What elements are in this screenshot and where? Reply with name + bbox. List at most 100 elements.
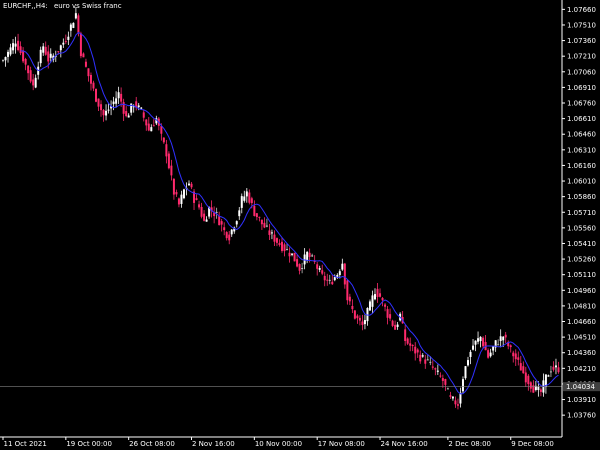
candle-body bbox=[203, 213, 206, 221]
candle-body bbox=[464, 366, 467, 379]
candle-body bbox=[504, 334, 507, 338]
candle-body bbox=[125, 111, 128, 117]
candle-body bbox=[225, 232, 228, 239]
candle-body bbox=[451, 396, 454, 399]
candle-body bbox=[479, 336, 482, 342]
candle-body bbox=[381, 297, 384, 301]
candle-body bbox=[117, 92, 120, 99]
candle-body bbox=[416, 349, 419, 353]
candle-body bbox=[245, 191, 248, 197]
symbol-timeframe: EURCHF,,H4: bbox=[3, 2, 48, 10]
x-tick-label: 11 Oct 2021 bbox=[4, 440, 47, 448]
candle-body bbox=[238, 210, 241, 217]
candle-body bbox=[34, 77, 37, 88]
y-tick-label: 1.07660 bbox=[567, 6, 596, 14]
candle-body bbox=[424, 359, 427, 364]
candle-body bbox=[29, 70, 32, 82]
candle-body bbox=[32, 79, 35, 86]
candle-body bbox=[190, 183, 193, 188]
candle-body bbox=[301, 267, 304, 269]
y-tick-label: 1.06610 bbox=[567, 115, 596, 123]
candle-body bbox=[223, 227, 226, 231]
candle-body bbox=[283, 244, 286, 252]
y-tick-label: 1.04660 bbox=[567, 318, 596, 326]
candle-body bbox=[273, 234, 276, 242]
candle-body bbox=[145, 119, 148, 126]
y-tick-label: 1.05710 bbox=[567, 209, 596, 217]
candle-body bbox=[308, 252, 311, 257]
candle-body bbox=[140, 107, 143, 109]
candle-body bbox=[147, 123, 150, 131]
candle-body bbox=[296, 259, 299, 267]
candle-body bbox=[281, 241, 283, 251]
candle-body bbox=[552, 366, 555, 370]
candle-body bbox=[152, 125, 155, 127]
candle-body bbox=[72, 22, 75, 28]
candle-body bbox=[487, 350, 490, 358]
candle-body bbox=[311, 255, 314, 257]
candle-body bbox=[411, 344, 414, 346]
candle-body bbox=[291, 253, 294, 255]
chart-background bbox=[0, 0, 600, 450]
y-tick-label: 1.07510 bbox=[567, 21, 596, 29]
candle-body bbox=[57, 51, 60, 53]
candle-body bbox=[371, 295, 374, 307]
candle-body bbox=[368, 301, 371, 311]
candle-body bbox=[112, 101, 115, 105]
candle-body bbox=[243, 196, 246, 201]
candle-body bbox=[9, 47, 12, 55]
candle-body bbox=[346, 280, 349, 301]
candle-body bbox=[47, 51, 50, 62]
candle-body bbox=[351, 305, 354, 310]
candle-body bbox=[444, 379, 447, 385]
candle-body bbox=[414, 346, 417, 354]
candle-body bbox=[105, 110, 108, 116]
candlestick-chart-canvas[interactable]: 1.07660 1.07510 1.07360 1.07210 1.07060 1.069… bbox=[0, 0, 600, 450]
candle-body bbox=[24, 58, 27, 65]
candle-body bbox=[286, 249, 289, 251]
candle-body bbox=[268, 230, 271, 235]
y-tick-label: 1.04210 bbox=[567, 365, 596, 373]
candle-body bbox=[323, 275, 326, 281]
candle-body bbox=[265, 225, 268, 227]
candle-body bbox=[240, 196, 243, 208]
candle-body bbox=[331, 281, 334, 285]
candle-body bbox=[7, 51, 10, 57]
current-price-tag: 1.04034 bbox=[563, 382, 600, 392]
candle-body bbox=[215, 211, 218, 213]
candle-body bbox=[198, 204, 201, 208]
candle-body bbox=[404, 329, 407, 341]
candle-body bbox=[554, 365, 557, 368]
candle-body bbox=[361, 321, 364, 325]
candle-body bbox=[499, 336, 502, 341]
candle-body bbox=[406, 338, 409, 344]
candle-body bbox=[160, 126, 163, 134]
price-chart[interactable]: 1.07660 1.07510 1.07360 1.07210 1.07060 1.069… bbox=[0, 0, 600, 450]
x-tick-label: 19 Oct 00:00 bbox=[66, 440, 112, 448]
y-tick-label: 1.06760 bbox=[567, 100, 596, 108]
y-tick-label: 1.03910 bbox=[567, 396, 596, 404]
candle-body bbox=[343, 263, 346, 285]
y-tick-label: 1.04360 bbox=[567, 349, 596, 357]
candle-body bbox=[338, 271, 341, 276]
chart-symbol-label: EURCHF,,H4: euro vs Swiss franc bbox=[3, 2, 122, 10]
x-tick-label: 17 Nov 08:00 bbox=[318, 440, 365, 448]
candle-body bbox=[14, 43, 17, 47]
x-tick-label: 26 Oct 08:00 bbox=[129, 440, 175, 448]
candle-body bbox=[87, 68, 90, 77]
candle-body bbox=[439, 375, 442, 377]
candle-body bbox=[270, 232, 273, 234]
candle-body bbox=[170, 165, 173, 176]
candle-body bbox=[333, 277, 336, 281]
candle-body bbox=[502, 336, 505, 341]
candle-body bbox=[547, 375, 550, 377]
current-price-value: 1.04034 bbox=[566, 383, 595, 391]
y-tick-label: 1.07060 bbox=[567, 68, 596, 76]
y-tick-label: 1.04510 bbox=[567, 334, 596, 342]
y-tick-label: 1.05410 bbox=[567, 240, 596, 248]
candle-body bbox=[489, 352, 492, 357]
candle-body bbox=[253, 205, 256, 216]
candle-body bbox=[69, 24, 72, 31]
candle-body bbox=[519, 363, 522, 371]
candle-body bbox=[218, 216, 221, 226]
